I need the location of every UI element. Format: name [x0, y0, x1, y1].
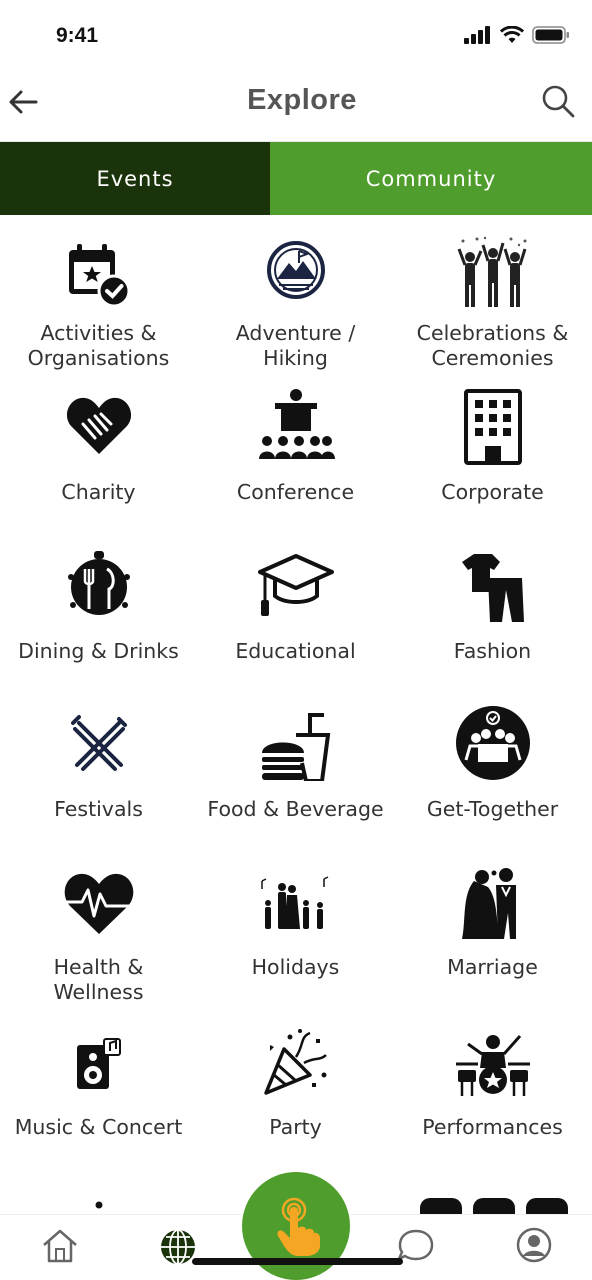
category-label: Corporate: [441, 480, 544, 504]
search-button[interactable]: [540, 83, 576, 119]
calendar-star-check-icon: [59, 235, 139, 315]
category-label: Get-Together: [426, 797, 559, 821]
burger-drink-icon: [256, 703, 336, 783]
search-icon: [542, 85, 575, 118]
home-indicator: [192, 1258, 403, 1265]
battery-icon: [532, 26, 569, 44]
dining-cutlery-icon: [59, 545, 139, 625]
drummer-icon: [453, 1023, 533, 1103]
group-meeting-icon: [453, 703, 533, 783]
nav-home[interactable]: [40, 1225, 80, 1265]
office-building-icon: [453, 387, 533, 467]
page-title: Explore: [247, 84, 357, 116]
category-label: Conference: [236, 480, 355, 504]
crossed-sticks-icon: [59, 703, 139, 783]
podium-audience-icon: [256, 383, 336, 463]
tap-hand-icon: [277, 1197, 320, 1256]
category-label: Holidays: [251, 955, 340, 979]
mountain-badge-icon: [256, 230, 336, 310]
heart-handshake-icon: [59, 385, 139, 465]
tab-bar: Events Community: [0, 142, 592, 215]
heartbeat-icon: [59, 863, 139, 943]
bride-groom-icon: [453, 863, 533, 943]
status-time: 9:41: [56, 24, 99, 47]
category-label: Educational: [235, 639, 356, 663]
signal-icon: [464, 26, 490, 44]
category-label: Fashion: [453, 639, 532, 663]
home-icon: [43, 1229, 77, 1263]
graduation-cap-icon: [256, 545, 336, 625]
category-label: Dining & Drinks: [18, 639, 179, 663]
family-walking-icon: [256, 863, 336, 943]
party-popper-icon: [256, 1023, 336, 1103]
category-label: Health & Wellness: [53, 955, 144, 1004]
tab-community[interactable]: Community: [270, 142, 592, 215]
category-label: Festivals: [54, 797, 143, 821]
category-label: Party: [269, 1115, 322, 1139]
status-icons: [464, 26, 570, 44]
category-label: Celebrations & Ceremonies: [416, 321, 569, 370]
category-label: Food & Beverage: [207, 797, 384, 821]
category-label: Adventure / Hiking: [235, 321, 356, 370]
category-label: Music & Concert: [14, 1115, 183, 1139]
category-label: Marriage: [447, 955, 538, 979]
tab-events[interactable]: Events: [0, 142, 270, 215]
category-label: Performances: [422, 1115, 563, 1139]
clothing-icon: [453, 545, 533, 625]
nav-profile[interactable]: [514, 1225, 554, 1265]
wifi-icon: [500, 26, 524, 43]
category-label: Charity: [61, 480, 136, 504]
category-label: Activities & Organisations: [27, 321, 170, 370]
celebrating-people-icon: [453, 233, 533, 313]
user-circle-icon: [516, 1227, 552, 1263]
status-bar: 9:41: [0, 0, 592, 66]
header: Explore: [0, 66, 592, 142]
speaker-music-icon: [59, 1023, 139, 1103]
